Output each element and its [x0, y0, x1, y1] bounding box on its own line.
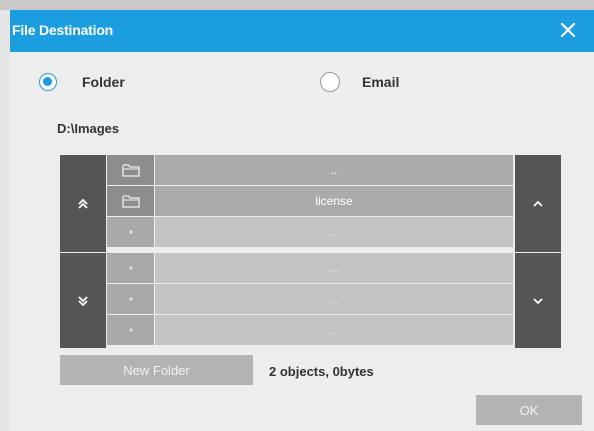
- chevron-down-icon: [533, 297, 543, 304]
- chevron-up-icon: [533, 200, 543, 207]
- file-row-name: ...: [155, 315, 513, 345]
- ok-button[interactable]: OK: [476, 395, 582, 425]
- file-row-icon-cell: [107, 253, 154, 283]
- scroll-up-button[interactable]: [515, 155, 561, 252]
- radio-email-label: Email: [362, 74, 400, 90]
- file-row-empty: ...: [107, 217, 513, 247]
- close-icon: [560, 22, 576, 38]
- window-frame: [0, 0, 594, 10]
- radio-email-indicator[interactable]: [320, 72, 340, 92]
- radio-email[interactable]: Email: [320, 71, 399, 93]
- folder-icon: [121, 195, 140, 208]
- scroll-down-button[interactable]: [515, 253, 561, 348]
- radio-folder[interactable]: Folder: [39, 71, 125, 93]
- double-chevron-up-icon: [78, 198, 88, 209]
- file-row-parent[interactable]: ..: [107, 155, 513, 185]
- file-row-empty: ...: [107, 253, 513, 283]
- radio-folder-label: Folder: [82, 74, 125, 90]
- file-row-icon-cell: [107, 315, 154, 345]
- file-row-name: license: [155, 186, 513, 216]
- file-row-icon-cell: [107, 217, 154, 247]
- dot-icon: [128, 230, 133, 234]
- file-row-icon-cell: [107, 155, 154, 185]
- file-row-empty: ...: [107, 315, 513, 345]
- dot-icon: [128, 328, 133, 332]
- file-row-name: ...: [155, 217, 513, 247]
- file-row-icon-cell: [107, 186, 154, 216]
- dot-icon: [128, 266, 133, 270]
- window-title: File Destination: [12, 22, 114, 38]
- page-up-button[interactable]: [60, 155, 106, 252]
- file-row-name: ...: [155, 253, 513, 283]
- folder-icon: [121, 164, 140, 177]
- new-folder-button[interactable]: New Folder: [60, 355, 253, 385]
- file-row-empty: ...: [107, 284, 513, 314]
- object-count-status: 2 objects, 0bytes: [269, 364, 374, 379]
- double-chevron-down-icon: [78, 295, 88, 306]
- radio-folder-indicator[interactable]: [39, 73, 57, 91]
- close-button[interactable]: [556, 18, 580, 42]
- file-row-name: ...: [155, 284, 513, 314]
- page-down-button[interactable]: [60, 253, 106, 348]
- dot-icon: [128, 297, 133, 301]
- file-row-license[interactable]: license: [107, 186, 513, 216]
- folder-path: D:\Images: [57, 121, 120, 136]
- file-row-name: ..: [155, 155, 513, 185]
- title-bar: File Destination: [10, 10, 594, 52]
- file-row-icon-cell: [107, 284, 154, 314]
